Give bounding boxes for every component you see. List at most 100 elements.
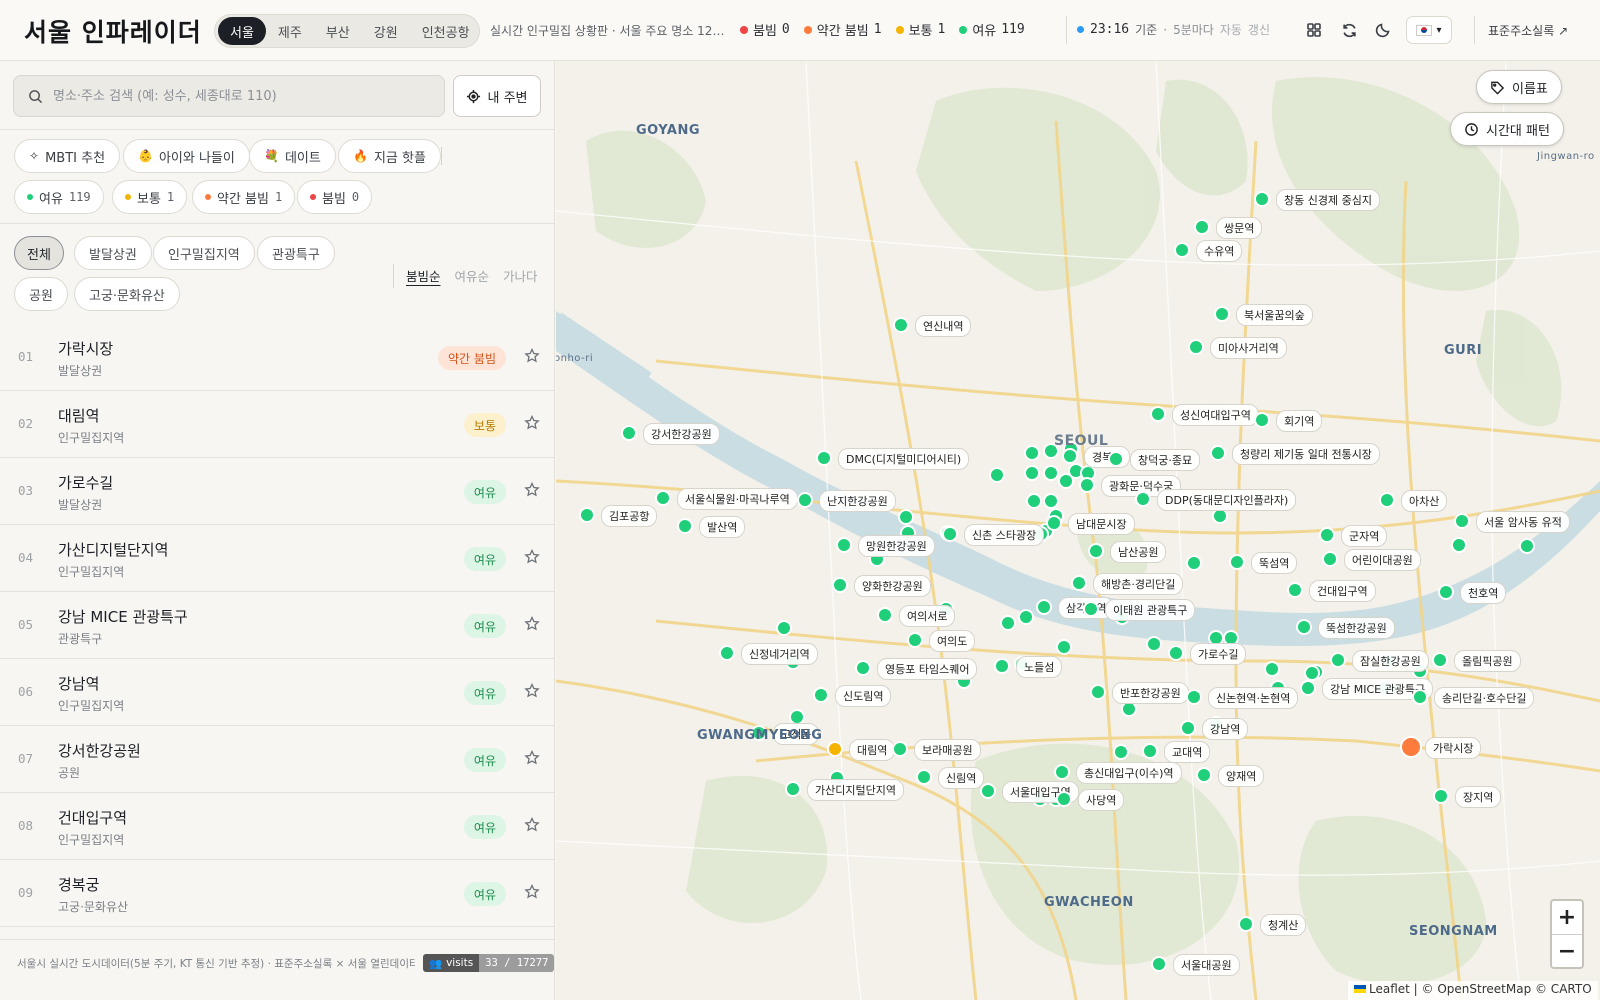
- map-view[interactable]: 창동 신경제 중심지 쌍문역 수유역 북서울꿈의숲 미아사거리역 연신내역 성신여대입구역 회…: [556, 61, 1600, 1000]
- std-address-link[interactable]: 표준주소실록 ↗: [1488, 22, 1568, 39]
- map-place-label[interactable]: 강서한강공원: [643, 423, 720, 445]
- map-place-label[interactable]: 신림역: [938, 767, 985, 789]
- map-place-label[interactable]: 이태원 관광특구: [1105, 599, 1196, 621]
- zoom-out-button[interactable]: −: [1552, 934, 1582, 967]
- place-marker[interactable]: [579, 507, 595, 523]
- place-marker[interactable]: [1043, 465, 1059, 481]
- place-marker[interactable]: [1229, 554, 1245, 570]
- map-place-label[interactable]: 청계산: [1260, 914, 1307, 936]
- star-icon[interactable]: [524, 347, 542, 366]
- place-marker[interactable]: [1142, 743, 1158, 759]
- map-place-label[interactable]: 대림역: [849, 739, 896, 761]
- status-filter-chip[interactable]: 여유 119: [14, 180, 104, 214]
- place-marker[interactable]: [1018, 609, 1034, 625]
- map-place-label[interactable]: 가로수길: [1190, 643, 1247, 665]
- map-place-label[interactable]: 장지역: [1455, 786, 1502, 808]
- place-marker[interactable]: [1180, 720, 1196, 736]
- map-place-label[interactable]: DMC(디지털미디어시티): [838, 448, 970, 470]
- sort-option[interactable]: 여유순: [455, 266, 490, 285]
- place-marker[interactable]: [855, 660, 871, 676]
- map-place-label[interactable]: 신도림역: [835, 685, 892, 707]
- place-marker[interactable]: [1108, 451, 1124, 467]
- category-filter[interactable]: 고궁·문화유산: [74, 277, 180, 311]
- dark-mode-icon[interactable]: [1371, 18, 1395, 42]
- city-tab[interactable]: 서울: [218, 17, 266, 45]
- names-toggle-button[interactable]: 이름표: [1476, 70, 1562, 104]
- place-marker[interactable]: [1000, 615, 1016, 631]
- place-marker[interactable]: [877, 607, 893, 623]
- map-place-label[interactable]: 보라매공원: [914, 739, 981, 761]
- place-marker[interactable]: [1400, 736, 1422, 758]
- place-marker[interactable]: [1024, 445, 1040, 461]
- map-place-label[interactable]: 신촌 스타광장: [964, 524, 1045, 546]
- place-marker[interactable]: [1322, 551, 1338, 567]
- category-filter[interactable]: 관광특구: [257, 236, 335, 270]
- place-marker[interactable]: [785, 781, 801, 797]
- place-marker[interactable]: [1238, 916, 1254, 932]
- place-marker[interactable]: [1088, 543, 1104, 559]
- place-marker[interactable]: [1519, 538, 1535, 554]
- list-item[interactable]: 07 강서한강공원 공원 여유: [0, 726, 554, 793]
- place-marker[interactable]: [1454, 513, 1470, 529]
- theme-chip[interactable]: 💐 데이트: [249, 139, 336, 173]
- place-marker[interactable]: [621, 425, 637, 441]
- star-icon[interactable]: [524, 816, 542, 835]
- place-marker[interactable]: [893, 317, 909, 333]
- map-place-label[interactable]: 미아사거리역: [1210, 337, 1287, 359]
- theme-chip[interactable]: 🔥 지금 핫플: [338, 139, 441, 173]
- place-marker[interactable]: [1024, 465, 1040, 481]
- map-place-label[interactable]: 뚝섬역: [1251, 552, 1298, 574]
- app-logo[interactable]: 서울 인파레이더: [24, 13, 202, 49]
- place-marker[interactable]: [1054, 764, 1070, 780]
- map-place-label[interactable]: 노들섬: [1016, 656, 1063, 678]
- place-marker[interactable]: [1194, 219, 1210, 235]
- place-marker[interactable]: [1174, 242, 1190, 258]
- map-place-label[interactable]: 교대역: [1164, 741, 1211, 763]
- zoom-in-button[interactable]: +: [1552, 901, 1582, 934]
- place-marker[interactable]: [719, 645, 735, 661]
- list-item[interactable]: 09 경복궁 고궁·문화유산 여유: [0, 860, 554, 927]
- map-place-label[interactable]: 양화한강공원: [854, 575, 931, 597]
- place-marker[interactable]: [1062, 448, 1078, 464]
- place-marker[interactable]: [1214, 306, 1230, 322]
- place-marker[interactable]: [1079, 477, 1095, 493]
- map-place-label[interactable]: 잠실한강공원: [1352, 650, 1429, 672]
- place-marker[interactable]: [1146, 636, 1162, 652]
- map-place-label[interactable]: 사당역: [1078, 789, 1125, 811]
- place-marker[interactable]: [1188, 339, 1204, 355]
- map-place-label[interactable]: 쌍문역: [1216, 217, 1263, 239]
- map-place-label[interactable]: 창동 신경제 중심지: [1276, 189, 1380, 211]
- map-place-label[interactable]: 서울 암사동 유적: [1476, 511, 1570, 533]
- map-place-label[interactable]: 수유역: [1196, 240, 1243, 262]
- map-place-label[interactable]: 김포공항: [601, 505, 658, 527]
- place-marker[interactable]: [1083, 601, 1099, 617]
- map-place-label[interactable]: 청량리 제기동 일대 전통시장: [1232, 443, 1380, 465]
- map-place-label[interactable]: 송리단길·호수단길: [1434, 687, 1535, 709]
- place-marker[interactable]: [1186, 555, 1202, 571]
- map-place-label[interactable]: 올림픽공원: [1454, 650, 1521, 672]
- place-marker[interactable]: [1254, 191, 1270, 207]
- map-place-label[interactable]: 성신여대입구역: [1172, 404, 1259, 426]
- place-marker[interactable]: [827, 741, 843, 757]
- map-place-label[interactable]: 북서울꿈의숲: [1236, 304, 1313, 326]
- list-item[interactable]: 04 가산디지털단지역 인구밀집지역 여유: [0, 525, 554, 592]
- place-marker[interactable]: [1071, 575, 1087, 591]
- place-marker[interactable]: [813, 687, 829, 703]
- sort-option[interactable]: 붐빔순: [406, 266, 441, 285]
- map-place-label[interactable]: 영등포 타임스퀘어: [877, 658, 978, 680]
- place-marker[interactable]: [1210, 445, 1226, 461]
- place-marker[interactable]: [980, 783, 996, 799]
- category-filter[interactable]: 발달상권: [74, 236, 152, 270]
- language-select[interactable]: ▾: [1406, 16, 1452, 44]
- map-place-label[interactable]: 신정네거리역: [741, 643, 818, 665]
- place-marker[interactable]: [836, 537, 852, 553]
- place-marker[interactable]: [1438, 584, 1454, 600]
- place-marker[interactable]: [1287, 582, 1303, 598]
- status-filter-chip[interactable]: 약간 붐빔 1: [192, 180, 296, 214]
- map-place-label[interactable]: 뚝섬한강공원: [1318, 617, 1395, 639]
- map-place-label[interactable]: 난지한강공원: [819, 490, 896, 512]
- map-place-label[interactable]: 서울식물원·마곡나루역: [677, 488, 798, 510]
- place-marker[interactable]: [1300, 680, 1316, 696]
- map-place-label[interactable]: 망원한강공원: [858, 535, 935, 557]
- place-marker[interactable]: [655, 490, 671, 506]
